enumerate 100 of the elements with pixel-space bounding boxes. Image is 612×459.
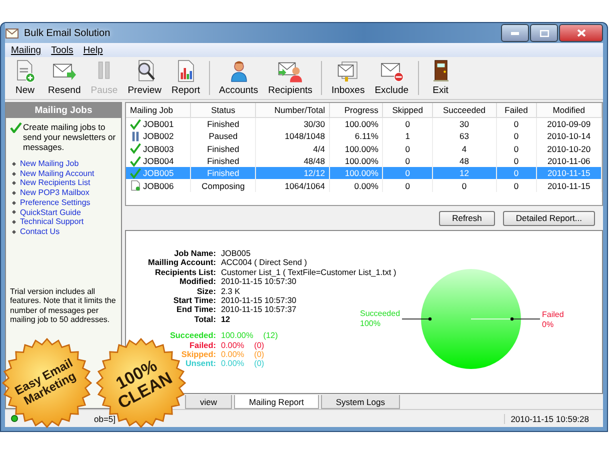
stat-label: Unsent:	[185, 359, 216, 369]
field-label: End Time:	[176, 305, 216, 315]
table-cell: 2010-09-09	[547, 119, 591, 130]
stat-percent: 100.00%	[220, 331, 254, 341]
table-cell: 0	[405, 180, 410, 191]
field-value: 12	[220, 314, 230, 324]
pause-icon	[98, 62, 110, 79]
table-cell: 30/30	[304, 119, 325, 130]
toolbar-button[interactable]: New	[7, 57, 43, 99]
field-value: ACC004 ( Direct Send )	[220, 258, 307, 268]
table-cell: JOB005	[143, 168, 174, 178]
column-header[interactable]: Modified	[536, 103, 602, 118]
check-icon	[10, 122, 22, 133]
table-cell: 0	[514, 131, 519, 142]
toolbar-button[interactable]: Accounts	[214, 57, 264, 99]
table-cell: JOB001	[143, 119, 174, 130]
menu-item[interactable]: Help	[83, 44, 103, 56]
table-cell: JOB006	[143, 180, 174, 191]
toolbar-button[interactable]: Preview	[122, 57, 166, 99]
table-cell: 0	[462, 180, 467, 191]
table-cell: 0	[514, 119, 519, 130]
toolbar-button[interactable]: Resend	[43, 57, 86, 99]
toolbar-button[interactable]: Inboxes	[326, 57, 370, 99]
tab[interactable]: view	[185, 395, 232, 409]
action-button[interactable]: Detailed Report...	[502, 210, 595, 226]
tab[interactable]: Mailing Report	[234, 395, 319, 409]
stat-count: (0)	[254, 359, 264, 369]
check-icon	[130, 168, 141, 179]
maximize-button[interactable]	[530, 24, 558, 42]
minimize-button[interactable]	[501, 24, 529, 42]
table-cell: Finished	[207, 156, 240, 166]
leader-line	[402, 317, 432, 321]
toolbar-button[interactable]: Exit	[422, 57, 459, 99]
stat-percent: 0.00%	[220, 359, 244, 369]
field-label: Modified:	[180, 277, 216, 287]
table-cell: Finished	[207, 119, 240, 130]
sidebar-link[interactable]: New Recipients List	[20, 178, 90, 188]
field-value: JOB005	[220, 249, 251, 258]
person-icon	[230, 61, 246, 82]
action-button[interactable]: Refresh	[439, 210, 495, 226]
stat-percent: 0.00%	[220, 340, 244, 350]
table-cell: 12	[460, 168, 469, 178]
table-cell: 1064/1064	[284, 180, 325, 191]
column-header[interactable]: Status	[190, 103, 256, 118]
envelope-minus-icon	[380, 63, 404, 82]
pause-icon	[130, 130, 141, 142]
table-cell: Composing	[202, 180, 245, 191]
magnifier-document-icon	[138, 60, 154, 82]
field-label: Total:	[194, 314, 216, 324]
field-label: Size:	[196, 286, 216, 296]
bullet-icon	[12, 190, 16, 195]
check-icon	[130, 156, 141, 167]
sidebar-link[interactable]: New Mailing Account	[20, 168, 94, 178]
table-cell: 48/48	[304, 156, 325, 166]
check-icon	[130, 118, 141, 130]
sidebar-title: Mailing Jobs	[6, 103, 121, 118]
table-cell: 1048/1048	[284, 131, 325, 142]
sidebar-link[interactable]: Technical Support	[20, 217, 84, 227]
stat-label: Failed:	[190, 340, 216, 350]
toolbar-button[interactable]: Recipients	[263, 57, 318, 99]
menu-item[interactable]: Tools	[51, 44, 74, 56]
column-header[interactable]: Succeeded	[432, 103, 496, 118]
field-value: 2010-11-15 10:57:37	[220, 305, 296, 315]
mailbox-icon	[338, 62, 358, 82]
sidebar-link[interactable]: New Mailing Job	[20, 159, 79, 169]
table-cell: 2010-11-15	[547, 180, 590, 191]
table-cell: 0	[405, 156, 410, 166]
field-label: Recipients List:	[154, 268, 216, 278]
column-header[interactable]: Mailing Job	[126, 103, 191, 118]
toolbar-button[interactable]: Report	[166, 57, 205, 99]
status-time: 2010-11-15 10:59:28	[504, 414, 603, 424]
bullet-icon	[12, 220, 16, 224]
sidebar-link[interactable]: New POP3 Mailbox	[20, 188, 90, 198]
trial-note: Trial version includes all features. Note that it limits the number of messages per mailing job to 50 addresses.	[9, 286, 117, 325]
stat-label: Skipped:	[181, 350, 216, 360]
table-cell: JOB004	[143, 156, 174, 166]
column-header[interactable]: Progress	[329, 103, 383, 118]
tab[interactable]: System Logs	[320, 395, 400, 409]
menu-item[interactable]: Mailing	[11, 44, 42, 56]
table-cell: 1	[405, 131, 410, 142]
table-cell: 100.00%	[344, 144, 378, 154]
sidebar-link[interactable]: Preference Settings	[20, 198, 90, 208]
intro-text: Create mailing jobs to send your newsletters or messages.	[23, 122, 117, 152]
field-label: Start Time:	[173, 296, 216, 306]
chart-label: Succeeded	[360, 309, 400, 318]
column-header[interactable]: Skipped	[382, 103, 432, 118]
bullet-icon	[12, 200, 16, 205]
table-cell: 6.11%	[354, 131, 378, 142]
field-value: 2010-11-15 10:57:30	[220, 277, 296, 287]
close-button[interactable]	[559, 24, 603, 42]
table-cell: 2010-10-14	[547, 131, 591, 142]
table-cell: JOB002	[143, 131, 174, 142]
column-header[interactable]: Number/Total	[255, 103, 330, 118]
table-cell: 2010-10-20	[547, 144, 591, 154]
sidebar-link[interactable]: QuickStart Guide	[20, 208, 81, 218]
toolbar-button[interactable]: Exclude	[370, 57, 414, 99]
leader-line	[510, 317, 540, 321]
column-header[interactable]: Failed	[496, 103, 536, 118]
sidebar-link[interactable]: Contact Us	[20, 226, 60, 237]
table-cell: 4/4	[313, 144, 325, 154]
